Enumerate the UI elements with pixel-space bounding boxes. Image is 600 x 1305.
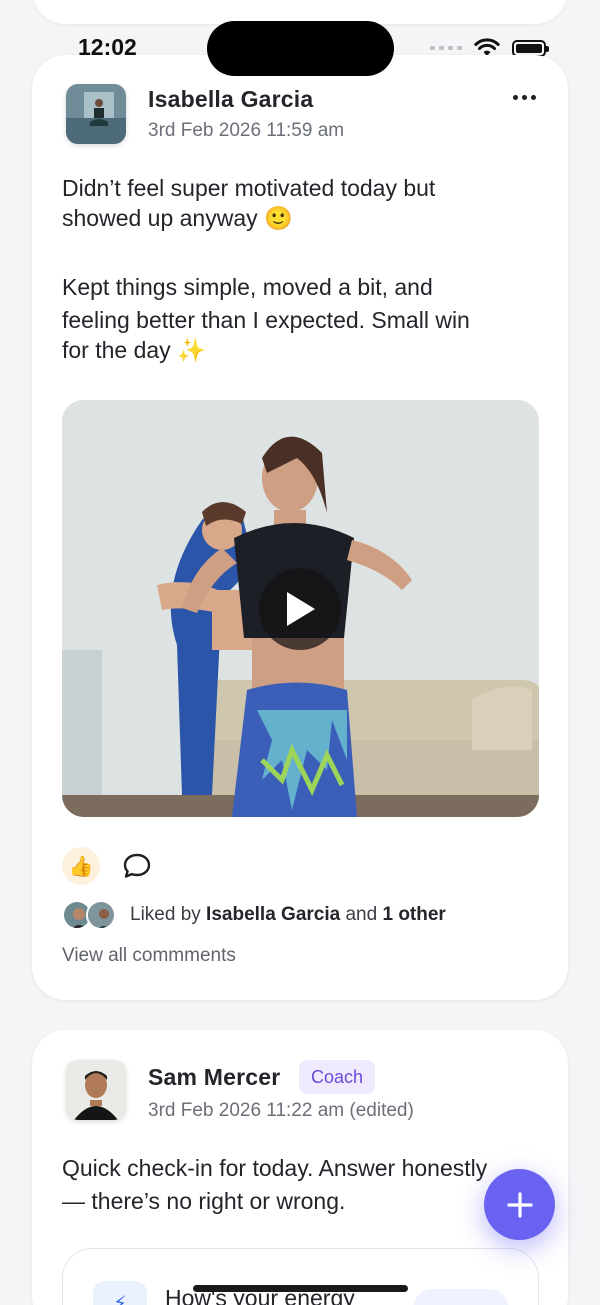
liked-other-count[interactable]: 1 other xyxy=(382,904,445,925)
post-text-line: showed up anyway 🙂 xyxy=(62,205,293,231)
comment-bubble-icon[interactable] xyxy=(120,849,154,883)
battery-icon xyxy=(512,39,549,57)
dynamic-island xyxy=(207,21,394,76)
author-name[interactable]: Sam Mercer xyxy=(148,1064,280,1091)
liked-name[interactable]: Isabella Garcia xyxy=(206,904,340,925)
thumbs-up-icon[interactable]: 👍 xyxy=(62,847,100,885)
post-card: Sam Mercer Coach 3rd Feb 2026 11:22 am (… xyxy=(32,1030,568,1305)
home-indicator[interactable] xyxy=(193,1285,408,1292)
author-avatar[interactable] xyxy=(66,84,126,144)
post-timestamp: 3rd Feb 2026 11:59 am xyxy=(148,120,345,141)
question-icon: ⚡ xyxy=(93,1281,147,1305)
post-text-line: Didn’t feel super motivated today but xyxy=(62,175,436,201)
check-in-question-card[interactable]: ⚡ How's your energy xyxy=(62,1248,539,1305)
plus-icon[interactable] xyxy=(484,1169,555,1240)
view-all-comments-link[interactable]: View all commments xyxy=(62,945,236,967)
author-name[interactable]: Isabella Garcia xyxy=(148,86,313,113)
liked-prefix: Liked by xyxy=(130,904,207,925)
reaction-bar: 👍 xyxy=(62,847,154,885)
video-thumbnail[interactable] xyxy=(62,400,539,817)
answer-pill[interactable] xyxy=(413,1289,509,1305)
post-text-line: feeling better than I expected. Small wi… xyxy=(62,307,470,333)
coach-badge: Coach xyxy=(299,1060,376,1094)
post-card: Isabella Garcia 3rd Feb 2026 11:59 am Di… xyxy=(32,55,568,1000)
post-body: Quick check-in for today. Answer honestl… xyxy=(62,1153,542,1216)
more-options-icon[interactable] xyxy=(513,95,536,100)
signal-icon xyxy=(430,46,462,50)
play-icon[interactable] xyxy=(259,568,341,650)
post-body-paragraph-2: Kept things simple, moved a bit, and fee… xyxy=(62,272,542,365)
post-text-line: for the day ✨ xyxy=(62,337,206,363)
author-avatar[interactable] xyxy=(66,1060,126,1120)
post-timestamp: 3rd Feb 2026 11:22 am (edited) xyxy=(148,1100,414,1121)
post-body-paragraph-1: Didn’t feel super motivated today but sh… xyxy=(62,173,542,233)
liker-avatar xyxy=(86,900,116,930)
liked-by-row[interactable]: Liked by Isabella Garcia and 1 other xyxy=(62,900,446,930)
post-text-line: Kept things simple, moved a bit, and xyxy=(62,274,433,300)
post-text-line: Quick check-in for today. Answer honestl… xyxy=(62,1155,488,1181)
liked-and: and xyxy=(340,904,383,925)
liked-by-text: Liked by Isabella Garcia and 1 other xyxy=(130,904,446,926)
post-text-line: — there’s no right or wrong. xyxy=(62,1188,346,1214)
